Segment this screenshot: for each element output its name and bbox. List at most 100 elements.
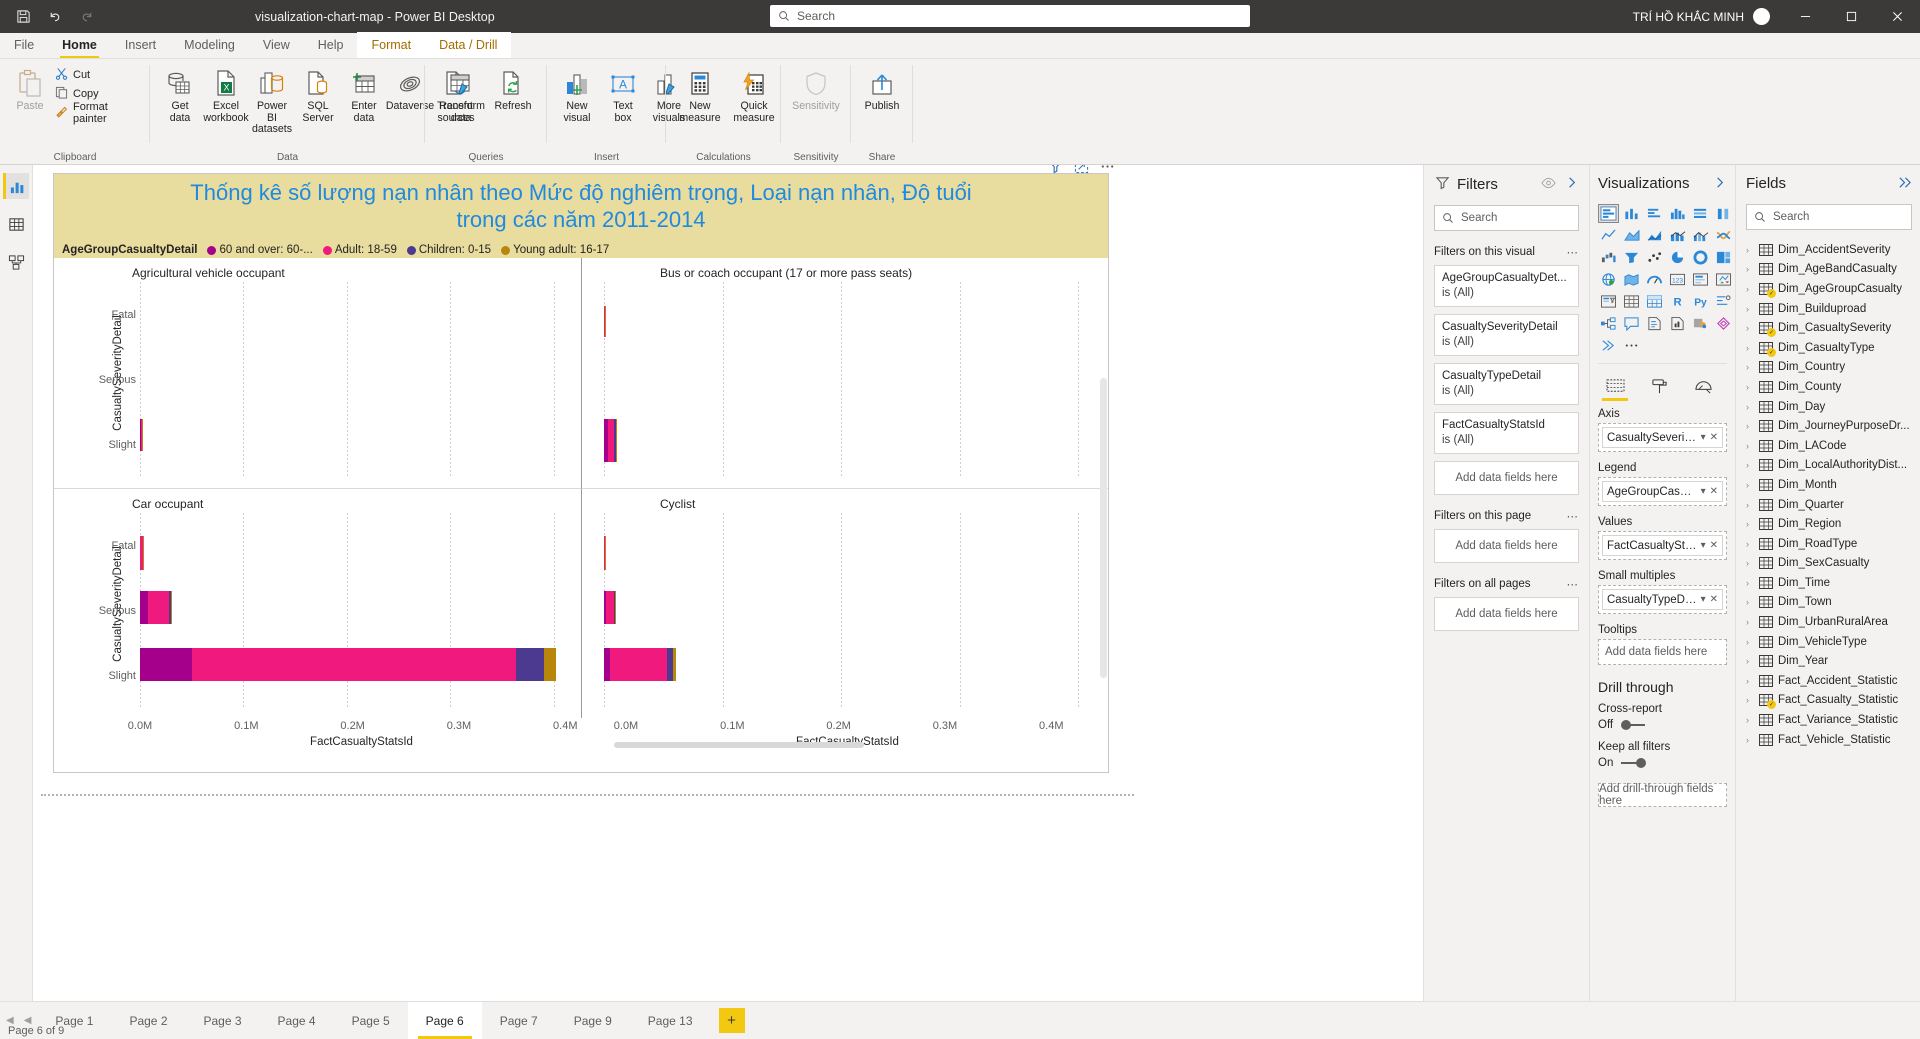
new-measure-button[interactable]: New measure (673, 64, 727, 127)
small-multiple-panel-0[interactable]: Agricultural vehicle occupant CasualtySe… (54, 258, 581, 488)
chevron-right-icon[interactable]: › (1746, 480, 1754, 490)
page-tab-4[interactable]: Page 4 (260, 1002, 334, 1039)
viz-kpi-icon[interactable] (1713, 270, 1734, 289)
bar-fatal-3[interactable] (604, 536, 606, 570)
filters-section-more-icon[interactable]: ⋯ (1567, 577, 1580, 591)
viz-100-stacked-column-chart-icon[interactable] (1713, 204, 1734, 223)
field-table-row[interactable]: › Dim_Time (1746, 573, 1912, 593)
chip-legend[interactable]: AgeGroupCasualtyDe... ▾ ✕ (1602, 481, 1723, 502)
filter-card-casualtyseverity[interactable]: CasualtySeverityDetail is (All) (1434, 314, 1579, 356)
viz-key-influencers-icon[interactable] (1713, 292, 1734, 311)
chevron-right-icon[interactable]: › (1746, 500, 1754, 510)
chevron-right-icon[interactable]: › (1746, 264, 1754, 274)
tab-data-drill[interactable]: Data / Drill (425, 32, 512, 58)
viz-scatter-chart-icon[interactable] (1644, 248, 1665, 267)
save-icon[interactable] (8, 3, 38, 31)
filters-section-more-icon[interactable]: ⋯ (1567, 245, 1580, 259)
chevron-right-icon[interactable]: › (1746, 637, 1754, 647)
chevron-right-icon[interactable]: › (1746, 323, 1754, 333)
fields-search-input[interactable]: Search (1746, 204, 1912, 230)
viz-line-stacked-column-chart-icon[interactable] (1667, 226, 1688, 245)
filter-icon[interactable] (1047, 165, 1064, 175)
page-tab-9[interactable]: Page 9 (556, 1002, 630, 1039)
bar-slight-1[interactable] (604, 419, 617, 463)
remove-field-icon[interactable]: ✕ (1710, 486, 1718, 497)
filters-visual-dropzone[interactable]: Add data fields here (1434, 461, 1579, 495)
chevron-right-icon[interactable]: › (1746, 441, 1754, 451)
close-button[interactable] (1874, 0, 1920, 33)
chevron-right-icon[interactable]: › (1746, 284, 1754, 294)
collapse-visualizations-chevron-icon[interactable] (1711, 176, 1727, 192)
field-table-row[interactable]: › Dim_Month (1746, 475, 1912, 495)
bar-slight-0[interactable] (140, 419, 143, 451)
drill-through-dropzone[interactable]: Add drill-through fields here (1598, 783, 1727, 807)
viz-pie-chart-icon[interactable] (1667, 248, 1688, 267)
paste-button[interactable]: Paste (7, 64, 53, 116)
page-tab-7[interactable]: Page 7 (482, 1002, 556, 1039)
field-table-row[interactable]: › Dim_Builduproad (1746, 299, 1912, 319)
minimize-button[interactable] (1782, 0, 1828, 33)
small-multiples-bar-chart-visual[interactable]: Thống kê số lượng nạn nhân theo Mức độ n… (53, 165, 1114, 773)
refresh-button[interactable]: Refresh (490, 64, 536, 116)
remove-field-icon[interactable]: ✕ (1710, 594, 1718, 605)
chevron-right-icon[interactable]: › (1746, 558, 1754, 568)
legend-item-0[interactable]: 60 and over: 60-... (207, 244, 313, 256)
page-tab-3[interactable]: Page 3 (186, 1002, 260, 1039)
chevron-right-icon[interactable]: › (1746, 460, 1754, 470)
powerbi-datasets-button[interactable]: Power BI datasets (249, 64, 295, 139)
field-table-row[interactable]: › Dim_Day (1746, 397, 1912, 417)
well-axis[interactable]: CasualtySeverityDetail ▾ ✕ (1598, 423, 1727, 452)
bar-slight-2[interactable] (140, 647, 556, 681)
data-view-icon[interactable] (3, 211, 29, 237)
tab-format[interactable] (1646, 374, 1672, 398)
user-account[interactable]: TRÍ HỒ KHẮC MINH (1633, 8, 1770, 25)
excel-workbook-button[interactable]: X Excel workbook (203, 64, 249, 127)
bar-slight-3[interactable] (604, 647, 676, 681)
legend-item-1[interactable]: Adult: 18-59 (322, 244, 397, 256)
chevron-right-icon[interactable]: › (1746, 695, 1754, 705)
legend-item-3[interactable]: Young adult: 16-17 (501, 244, 609, 256)
tab-insert[interactable]: Insert (111, 32, 170, 58)
chevron-right-icon[interactable]: › (1746, 245, 1754, 255)
field-table-row[interactable]: › Dim_Country (1746, 358, 1912, 378)
field-table-row[interactable]: › Fact_Vehicle_Statistic (1746, 730, 1912, 750)
filters-search-input[interactable]: Search (1434, 205, 1579, 231)
field-table-row[interactable]: › Dim_Region (1746, 514, 1912, 534)
chevron-right-icon[interactable]: › (1746, 382, 1754, 392)
chevron-right-icon[interactable]: › (1746, 578, 1754, 588)
chevron-right-icon[interactable]: › (1746, 402, 1754, 412)
tab-file[interactable]: File (0, 32, 48, 58)
filter-card-agegroup[interactable]: AgeGroupCasualtyDet... is (All) (1434, 265, 1579, 307)
chevron-down-icon[interactable]: ▾ (1701, 486, 1706, 497)
viz-line-clustered-column-chart-icon[interactable] (1690, 226, 1711, 245)
bar-serious-3[interactable] (604, 591, 616, 625)
viz-map-icon[interactable] (1598, 270, 1619, 289)
viz-multirow-card-icon[interactable] (1690, 270, 1711, 289)
page-tab-13[interactable]: Page 13 (630, 1002, 711, 1039)
small-multiple-panel-2[interactable]: Car occupant CasualtySeverityDetail Fata… (54, 488, 581, 718)
bar-fatal-1[interactable] (604, 305, 606, 337)
field-table-row[interactable]: › Dim_Quarter (1746, 495, 1912, 515)
enter-data-button[interactable]: Enter data (341, 64, 387, 127)
field-table-row[interactable]: › ✓ Dim_CasualtySeverity (1746, 318, 1912, 338)
well-tooltips-dropzone[interactable]: Add data fields here (1598, 639, 1727, 665)
visual-vertical-scrollbar[interactable] (1100, 378, 1107, 678)
remove-field-icon[interactable]: ✕ (1710, 540, 1718, 551)
small-multiple-panel-3[interactable]: Cyclist (581, 488, 1108, 718)
filters-page-dropzone[interactable]: Add data fields here (1434, 529, 1579, 563)
viz-r-script-icon[interactable]: R (1667, 292, 1688, 311)
field-table-row[interactable]: › ✓ Dim_AgeGroupCasualty (1746, 279, 1912, 299)
collapse-fields-chevron-icon[interactable] (1896, 176, 1912, 192)
viz-more-options-icon[interactable] (1621, 336, 1642, 355)
collapse-filters-chevron-icon[interactable] (1563, 176, 1579, 192)
viz-line-chart-icon[interactable] (1598, 226, 1619, 245)
field-table-row[interactable]: › Dim_SexCasualty (1746, 554, 1912, 574)
field-table-row[interactable]: › Dim_LocalAuthorityDist... (1746, 456, 1912, 476)
viz-waterfall-chart-icon[interactable] (1598, 248, 1619, 267)
legend-item-2[interactable]: Children: 0-15 (406, 244, 491, 256)
add-page-button[interactable]: + (718, 1008, 745, 1033)
viz-paginated-report-icon[interactable] (1667, 314, 1688, 333)
bar-fatal-2[interactable] (140, 536, 144, 570)
filter-card-casualtytype[interactable]: CasualtyTypeDetail is (All) (1434, 363, 1579, 405)
viz-decomposition-tree-icon[interactable] (1598, 314, 1619, 333)
